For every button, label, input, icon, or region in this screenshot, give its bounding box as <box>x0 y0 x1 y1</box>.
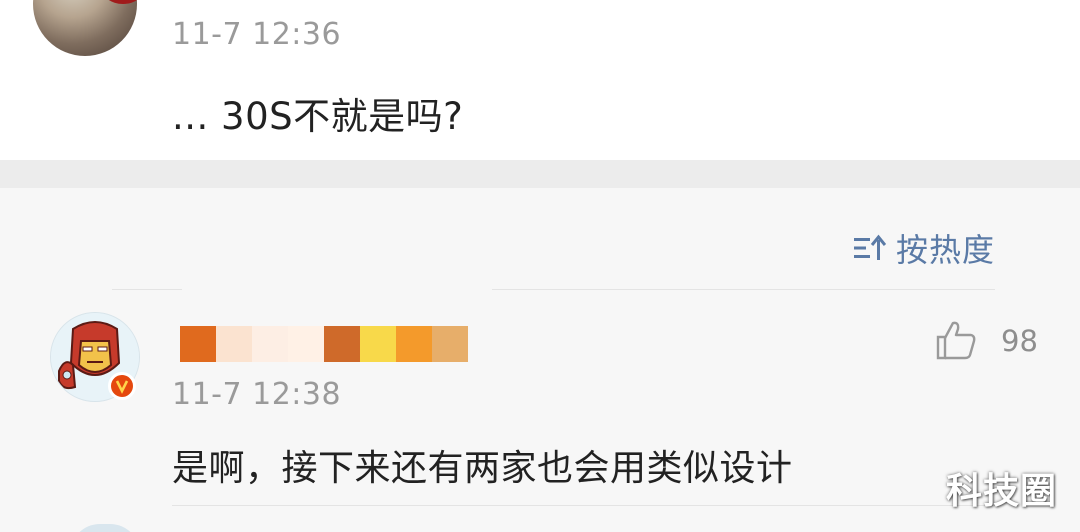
sort-label: 按热度 <box>896 231 996 269</box>
avatar[interactable] <box>33 0 137 56</box>
previous-comment: 11-7 12:36 ... 30S不就是吗? <box>0 0 1080 160</box>
page: 11-7 12:36 ... 30S不就是吗? 按热度 98 11-7 12:3… <box>0 0 1080 532</box>
watermark: 科技圈 <box>946 471 1058 512</box>
username-mosaic[interactable] <box>180 326 468 362</box>
thumbs-up-icon[interactable] <box>934 318 978 362</box>
divider <box>492 289 995 290</box>
comment-time: 11-7 12:38 <box>172 377 342 412</box>
divider <box>172 505 995 506</box>
avatar-hair <box>101 0 137 4</box>
like-count: 98 <box>1001 324 1038 358</box>
section-separator <box>0 160 1080 188</box>
sort-icon <box>854 234 886 260</box>
comment-time: 11-7 12:36 <box>172 17 342 52</box>
comment-text[interactable]: 是啊，接下来还有两家也会用类似设计 <box>172 439 793 491</box>
divider <box>112 289 182 290</box>
verified-badge-icon <box>108 372 136 400</box>
comment-text[interactable]: ... 30S不就是吗? <box>172 86 463 140</box>
sort-by-hot-button[interactable]: 按热度 <box>852 226 995 270</box>
